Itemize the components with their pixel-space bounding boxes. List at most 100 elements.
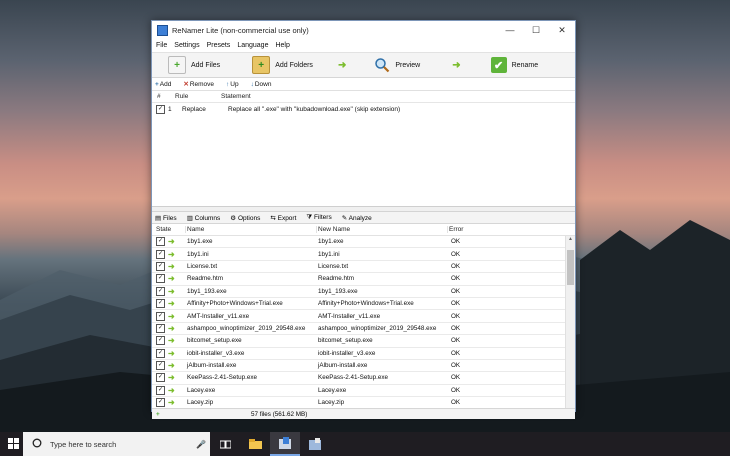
file-name: AMT-Installer_v11.exe <box>187 312 250 320</box>
file-error: OK <box>451 337 461 345</box>
file-new-name: Lacey.exe <box>318 386 347 394</box>
rule-checkbox[interactable]: ✓ <box>152 104 168 114</box>
file-checkbox[interactable]: ✓ <box>156 361 165 371</box>
rules-toolbar: +Add ✕Remove ↑Up ↓Down <box>152 78 575 91</box>
file-row[interactable]: ✓ ➜ 1by1_193.exe 1by1_193.exe OK <box>152 286 575 298</box>
analyze-button[interactable]: ✎ Analyze <box>342 214 377 222</box>
add-folders-button[interactable]: + Add Folders <box>252 56 313 74</box>
file-row[interactable]: ✓ ➜ iobit-installer_v3.exe iobit-installer_… <box>152 348 575 360</box>
status-add-icon[interactable]: + <box>152 411 251 418</box>
file-explorer-icon[interactable] <box>240 432 270 456</box>
minimize-button[interactable]: — <box>497 21 523 39</box>
arrow-right-icon: ➜ <box>168 336 175 346</box>
rename-button[interactable]: ✔ Rename <box>490 57 538 73</box>
export-button[interactable]: ⇆ Export <box>270 214 301 222</box>
files-col-state[interactable]: State <box>152 226 185 233</box>
arrow-right-icon: ➜ <box>168 261 175 271</box>
file-state: ✓ ➜ <box>152 249 185 259</box>
rules-add-button[interactable]: +Add <box>155 81 177 88</box>
files-col-error[interactable]: Error <box>447 226 463 233</box>
file-name: License.txt <box>187 262 218 270</box>
arrow-right-icon: ➜ <box>168 348 175 358</box>
add-files-button[interactable]: + Add Files <box>168 56 220 74</box>
windows-start-icon[interactable] <box>8 438 19 451</box>
menu-presets[interactable]: Presets <box>207 42 231 49</box>
rules-col-number[interactable]: # <box>152 93 175 100</box>
file-row[interactable]: ✓ ➜ jAlbum-install.exe jAlbum-install.exe OK <box>152 360 575 373</box>
file-error: OK <box>451 399 461 407</box>
file-row[interactable]: ✓ ➜ KeePass-2.41-Setup.exe KeePass-2.41-Set… <box>152 372 575 385</box>
file-row[interactable]: ✓ ➜ Lacey.zip Lacey.zip OK <box>152 397 575 408</box>
file-state: ✓ ➜ <box>152 274 185 284</box>
filters-button[interactable]: ⧩ Filters <box>306 214 336 222</box>
renamer-window: ReNamer Lite (non-commercial use only) —… <box>151 20 576 419</box>
file-new-name: License.txt <box>318 262 349 270</box>
file-checkbox[interactable]: ✓ <box>156 336 165 346</box>
file-checkbox[interactable]: ✓ <box>156 261 165 271</box>
rules-col-statement[interactable]: Statement <box>221 93 251 100</box>
file-row[interactable]: ✓ ➜ 1by1.exe 1by1.exe OK <box>152 236 575 249</box>
menu-file[interactable]: File <box>156 42 167 49</box>
arrow-right-icon: ➜ <box>168 274 175 284</box>
rules-up-button[interactable]: ↑Up <box>226 81 245 88</box>
files-header: State Name New Name Error <box>152 224 575 236</box>
add-folders-icon: + <box>252 56 271 74</box>
file-checkbox[interactable]: ✓ <box>156 299 165 309</box>
rule-row[interactable]: ✓ 1 Replace Replace all ".exe" with "kub… <box>152 103 575 115</box>
menu-settings[interactable]: Settings <box>174 42 199 49</box>
file-row[interactable]: ✓ ➜ ashampoo_winoptimizer_2019_29548.exe as… <box>152 323 575 336</box>
file-row[interactable]: ✓ ➜ bitcomet_setup.exe bitcomet_setup.exe OK <box>152 335 575 348</box>
menu-help[interactable]: Help <box>275 42 289 49</box>
file-state: ✓ ➜ <box>152 336 185 346</box>
file-row[interactable]: ✓ ➜ Affinity+Photo+Windows+Trial.exe Affini… <box>152 298 575 311</box>
menu-language[interactable]: Language <box>237 42 268 49</box>
arrow-right-icon: ➜ <box>168 249 175 259</box>
rules-remove-button[interactable]: ✕Remove <box>183 80 220 88</box>
rules-down-button[interactable]: ↓Down <box>251 81 278 88</box>
microphone-icon[interactable]: 🎤 <box>196 440 206 449</box>
file-new-name: 1by1.ini <box>318 250 340 258</box>
arrow-right-icon: ➜ <box>168 311 175 321</box>
file-row[interactable]: ✓ ➜ AMT-Installer_v11.exe AMT-Installer_v11… <box>152 310 575 323</box>
window-title: ReNamer Lite (non-commercial use only) <box>172 25 309 35</box>
renamer-taskbar-icon[interactable] <box>270 432 300 456</box>
rule-statement: Replace all ".exe" with "kubadownload.ex… <box>228 105 401 113</box>
file-new-name: ashampoo_winoptimizer_2019_29548.exe <box>318 324 437 332</box>
rules-col-rule[interactable]: Rule <box>175 93 221 100</box>
file-name: ashampoo_winoptimizer_2019_29548.exe <box>187 324 306 332</box>
magnifier-icon <box>374 57 390 73</box>
file-checkbox[interactable]: ✓ <box>156 274 165 284</box>
taskbar-search-box[interactable]: Type here to search 🎤 <box>23 432 210 456</box>
scrollbar-thumb[interactable] <box>567 250 574 285</box>
preview-label: Preview <box>395 61 421 69</box>
options-button[interactable]: ⚙ Options <box>230 214 265 222</box>
main-toolbar: + Add Files + Add Folders ➜ Preview ➜ ✔ … <box>152 52 575 78</box>
file-checkbox[interactable]: ✓ <box>156 237 165 247</box>
file-checkbox[interactable]: ✓ <box>156 249 165 259</box>
file-checkbox[interactable]: ✓ <box>156 348 165 358</box>
file-checkbox[interactable]: ✓ <box>156 398 165 408</box>
task-view-icon[interactable] <box>210 432 240 456</box>
maximize-button[interactable]: ☐ <box>523 21 549 39</box>
installer-taskbar-icon[interactable] <box>300 432 330 456</box>
files-col-new-name[interactable]: New Name <box>316 226 447 233</box>
vertical-scrollbar[interactable]: ▲ <box>565 236 575 408</box>
columns-button[interactable]: ▥ Columns <box>187 214 226 222</box>
file-checkbox[interactable]: ✓ <box>156 286 165 296</box>
file-row[interactable]: ✓ ➜ License.txt License.txt OK <box>152 261 575 274</box>
file-row[interactable]: ✓ ➜ 1by1.ini 1by1.ini OK <box>152 248 575 261</box>
file-checkbox[interactable]: ✓ <box>156 385 165 395</box>
file-checkbox[interactable]: ✓ <box>156 311 165 321</box>
file-error: OK <box>451 287 461 295</box>
file-row[interactable]: ✓ ➜ Lacey.exe Lacey.exe OK <box>152 385 575 398</box>
files-col-name[interactable]: Name <box>185 226 316 233</box>
file-error: OK <box>451 238 461 246</box>
scroll-up-icon[interactable]: ▲ <box>566 236 575 242</box>
close-button[interactable]: ✕ <box>549 21 575 39</box>
preview-button[interactable]: Preview <box>374 57 420 73</box>
file-row[interactable]: ✓ ➜ Readme.htm Readme.htm OK <box>152 273 575 286</box>
file-checkbox[interactable]: ✓ <box>156 373 165 383</box>
file-rows: ✓ ➜ 1by1.exe 1by1.exe OK ✓ ➜ 1by1.ini 1by1.ini OK… <box>152 236 575 408</box>
file-checkbox[interactable]: ✓ <box>156 323 165 333</box>
files-menu-button[interactable]: ▤ Files <box>155 214 182 222</box>
